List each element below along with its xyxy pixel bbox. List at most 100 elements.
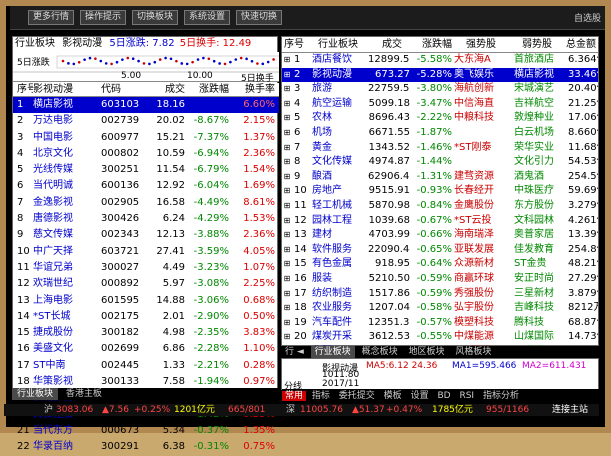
expand-icon[interactable]: ⊞: [282, 301, 292, 316]
col-index[interactable]: 序号: [17, 83, 33, 97]
sector-row[interactable]: ⊞7 黄金 1343.52 -1.46%*ST刚泰 荣华实业 11.68亿: [282, 141, 598, 156]
expand-icon[interactable]: ⊞: [282, 111, 292, 126]
menu-template[interactable]: 模板: [381, 391, 405, 401]
menu-bd[interactable]: BD: [434, 391, 453, 401]
expand-icon[interactable]: ⊞: [282, 82, 292, 97]
menu-rsi[interactable]: RSI: [456, 391, 477, 401]
sector-row[interactable]: ⊞1 酒店餐饮 12899.56 -5.58%大东海A 首旅酒店 6.364亿: [282, 53, 598, 68]
toolbar-button-settings[interactable]: 系统设置: [184, 10, 231, 25]
tab-style-sector[interactable]: 风格板块: [451, 346, 495, 358]
sector-row[interactable]: ⊞18 农业服务 1207.04 -0.58%弘宇股份 吉峰科技 8212万: [282, 301, 598, 316]
expand-icon[interactable]: ⊞: [282, 243, 292, 258]
col-sector[interactable]: 行业板块: [318, 37, 358, 53]
sector-row[interactable]: ⊞14 软件服务 22090.44 -0.65%亚联发展 佳发教育 254.8亿: [282, 243, 598, 258]
tab-nav-icon[interactable]: 行 ◄: [281, 346, 308, 358]
tab-hk-main[interactable]: 香港主板: [61, 388, 107, 400]
expand-icon[interactable]: ⊞: [282, 228, 292, 243]
tab-concept-sector[interactable]: 概念板块: [358, 346, 402, 358]
expand-icon[interactable]: ⊞: [282, 330, 292, 345]
menu-settings[interactable]: 设置: [408, 391, 432, 401]
connection-status[interactable]: 连接主站: [552, 404, 588, 416]
col-strong[interactable]: 强势股: [466, 37, 496, 53]
sector-row[interactable]: ⊞4 航空运输 5099.18 -3.47%中信海直 吉祥航空 21.25亿: [282, 97, 598, 112]
sector-row[interactable]: ⊞13 建材 4703.99 -0.66%海南瑞泽 奥普家居 13.39亿: [282, 228, 598, 243]
table-row[interactable]: 1 横店影视 603103 18.16 6.60%: [13, 97, 279, 114]
tab-industry-sector[interactable]: 行业板块: [310, 346, 355, 358]
expand-icon[interactable]: ⊞: [282, 68, 292, 83]
sector-row[interactable]: ⊞16 服装 5210.50 -0.59%商赢环球 安正时尚 27.29亿: [282, 272, 598, 287]
table-row[interactable]: 8 唐德影视 300426 6.24 -4.29% 1.53%: [13, 211, 279, 227]
sector-row[interactable]: ⊞10 房地产 9515.91 -0.93%长春经开 中珠医疗 59.69亿: [282, 184, 598, 199]
menu-indicator[interactable]: 指标: [309, 391, 333, 401]
table-row[interactable]: 15 捷成股份 300182 4.98 -2.35% 3.83%: [13, 325, 279, 341]
table-row[interactable]: 2 万达电影 002739 20.02 -8.67% 2.15%: [13, 113, 279, 129]
toolbar-button-more[interactable]: 更多行情: [28, 10, 75, 25]
sector-row[interactable]: ⊞2 影视动漫 673.27 -5.28%奥飞娱乐 横店影视 33.46亿: [282, 67, 598, 83]
tab-industry[interactable]: 行业板块: [12, 388, 59, 400]
toolbar-button-tips[interactable]: 操作提示: [80, 10, 127, 25]
table-row[interactable]: 12 欢瑞世纪 000892 5.97 -3.08% 2.25%: [13, 276, 279, 292]
expand-icon[interactable]: ⊞: [282, 257, 292, 272]
cell-weak: 佳发教育: [514, 243, 554, 255]
col-total[interactable]: 总金额: [566, 37, 596, 53]
sector-row[interactable]: ⊞19 汽车配件 12351.37 -0.57%模塑科技 腾科技 68.87亿: [282, 316, 598, 331]
sector-row[interactable]: ⊞8 文化传媒 4974.87 -1.44% 文化引力 54.53亿: [282, 155, 598, 170]
table-row[interactable]: 13 上海电影 601595 14.88 -3.06% 0.68%: [13, 293, 279, 309]
sector-row[interactable]: ⊞6 机场 6671.55 -1.87% 白云机场 8.660亿: [282, 126, 598, 141]
toolbar-button-quick[interactable]: 快速切换: [236, 10, 283, 25]
menu-common[interactable]: 常用: [282, 391, 307, 401]
cell-turn: 4.05%: [243, 245, 275, 257]
toolbar-button-switch[interactable]: 切换板块: [132, 10, 179, 25]
expand-icon[interactable]: ⊞: [282, 97, 292, 112]
expand-icon[interactable]: ⊞: [282, 214, 292, 229]
col-price[interactable]: 成交: [149, 83, 185, 97]
sector-row[interactable]: ⊞17 纺织制造 1517.86 -0.59%秀强股份 三星新材 3.879亿: [282, 287, 598, 302]
col-index[interactable]: 序号: [284, 37, 304, 53]
sector-row[interactable]: ⊞11 轻工机械 5870.98 -0.84%金鹰股份 东方股份 3.279亿: [282, 199, 598, 214]
sector-row[interactable]: ⊞15 有色金属 918.95 -0.64%众源新材 ST金贵 48.21亿: [282, 257, 598, 272]
expand-icon[interactable]: ⊞: [282, 155, 292, 170]
col-turnover[interactable]: 换手率: [229, 83, 275, 97]
expand-icon[interactable]: ⊞: [282, 126, 292, 141]
table-row[interactable]: 11 华谊兄弟 300027 4.49 -3.23% 1.07%: [13, 260, 279, 276]
col-weak[interactable]: 弱势股: [522, 37, 552, 53]
table-row[interactable]: 4 北京文化 000802 10.59 -6.94% 2.36%: [13, 146, 279, 162]
table-row[interactable]: 3 中国电影 600977 15.21 -7.37% 1.37%: [13, 130, 279, 146]
expand-icon[interactable]: ⊞: [282, 184, 292, 199]
table-row[interactable]: 7 金逸影视 002905 16.58 -4.49% 8.61%: [13, 195, 279, 211]
table-row[interactable]: 9 慈文传媒 002343 12.13 -3.88% 2.36%: [13, 227, 279, 243]
col-name[interactable]: 影视动漫: [33, 83, 101, 97]
menu-analysis[interactable]: 指标分析: [480, 391, 522, 401]
menu-order[interactable]: 委托提交: [336, 391, 378, 401]
expand-icon[interactable]: ⊞: [282, 53, 292, 68]
sector-row[interactable]: ⊞9 酿酒 62906.40 -1.31%建骛资源 酒鬼酒 254.5亿: [282, 170, 598, 185]
expand-icon[interactable]: ⊞: [282, 272, 292, 287]
col-code[interactable]: 代码: [101, 83, 151, 97]
col-change[interactable]: 涨跌幅: [422, 37, 452, 53]
expand-icon[interactable]: ⊞: [282, 141, 292, 156]
col-volume[interactable]: 成交: [382, 37, 402, 53]
tab-region-sector[interactable]: 地区板块: [404, 346, 448, 358]
watchlist-label[interactable]: 自选股: [574, 11, 601, 24]
table-row[interactable]: 5 光线传媒 300251 11.54 -6.79% 1.54%: [13, 162, 279, 178]
expand-icon[interactable]: ⊞: [282, 170, 292, 185]
table-row[interactable]: 6 当代明诚 600136 12.92 -6.04% 1.69%: [13, 178, 279, 194]
sector-row[interactable]: ⊞12 园林工程 1039.68 -0.67%*ST云投 文科园林 4.261亿: [282, 214, 598, 229]
sector-row[interactable]: ⊞20 煤炭开采 3612.53 -0.55%中煤能源 山煤国际 14.73亿: [282, 330, 598, 345]
table-row[interactable]: 21 当代东方 000673 5.34 -0.37% 1.35%: [13, 423, 279, 439]
col-change[interactable]: 涨跌幅: [187, 83, 229, 97]
cell-strong: 中煤能源: [454, 331, 494, 343]
table-row[interactable]: 16 美盛文化 002699 6.86 -2.28% 1.10%: [13, 341, 279, 357]
sector-row[interactable]: ⊞3 旅游 22759.59 -3.80%海航创新 宋城演艺 20.40亿: [282, 82, 598, 97]
expand-icon[interactable]: ⊞: [282, 199, 292, 214]
expand-icon[interactable]: ⊞: [282, 287, 292, 302]
cell-code: 002445: [101, 359, 140, 371]
table-row[interactable]: 14 *ST长城 002175 2.01 -2.90% 0.50%: [13, 309, 279, 325]
table-row[interactable]: 17 ST中南 002445 1.33 -2.21% 0.28%: [13, 358, 279, 374]
table-row[interactable]: 10 中广天择 603721 27.41 -3.59% 4.05%: [13, 244, 279, 260]
sector-row[interactable]: ⊞5 农林 8696.43 -2.22%中粮科技 敦煌种业 17.06亿: [282, 111, 598, 126]
table-row[interactable]: 22 华录百纳 300291 6.38 -0.31% 0.75%: [13, 439, 279, 455]
cell-n: 16: [294, 272, 307, 284]
expand-icon[interactable]: ⊞: [282, 316, 292, 331]
sector-name: 影视动漫: [62, 38, 103, 49]
